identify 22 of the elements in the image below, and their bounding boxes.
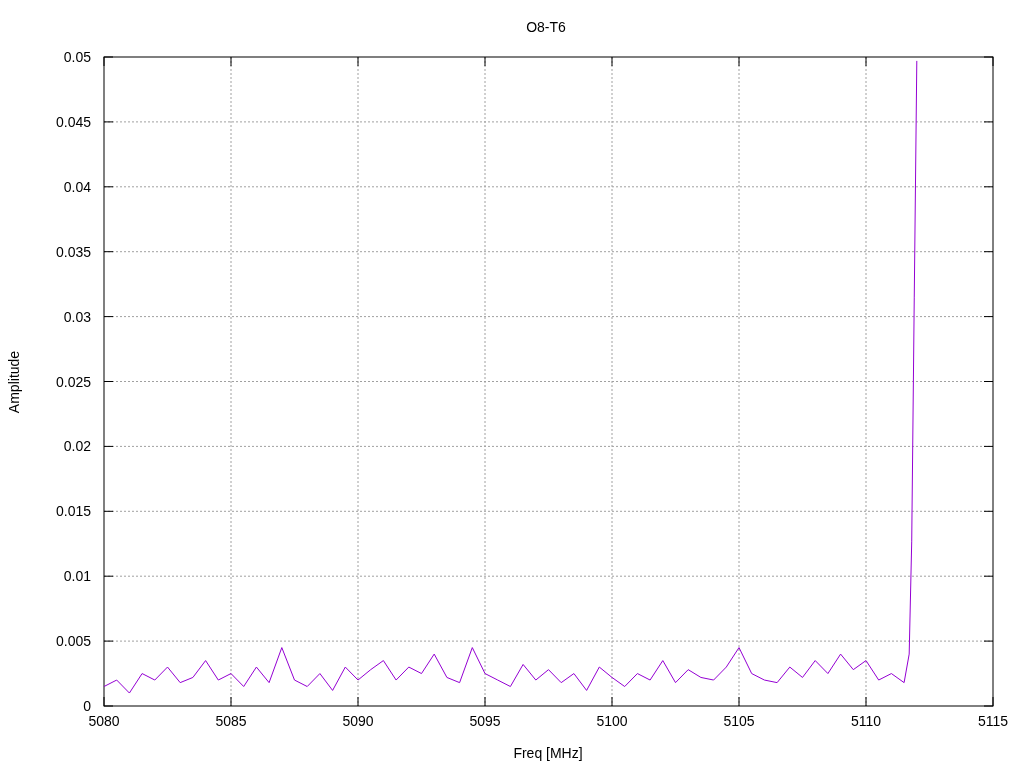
x-tick-label: 5105 <box>723 713 755 729</box>
y-tick-label: 0.02 <box>63 438 91 455</box>
x-tick-label: 5080 <box>88 713 120 729</box>
x-tick-label: 5090 <box>342 713 374 729</box>
y-tick-label: 0.045 <box>55 113 91 130</box>
x-tick-label: 5085 <box>215 713 247 729</box>
y-tick-label: 0.025 <box>55 373 91 390</box>
y-axis-label: Amplitude <box>6 350 22 414</box>
y-tick-label: 0.01 <box>63 568 91 585</box>
x-tick-label: 5095 <box>469 713 501 729</box>
chart-title: O8-T6 <box>526 19 566 35</box>
y-tick-label: 0.015 <box>55 503 91 520</box>
x-tick-label: 5110 <box>850 713 882 729</box>
y-tick-label: 0.04 <box>63 178 91 195</box>
y-tick-label: 0.035 <box>55 243 91 260</box>
x-tick-label: 5100 <box>596 713 628 729</box>
x-tick-label: 5115 <box>977 713 1009 729</box>
y-tick-label: 0.03 <box>63 308 91 325</box>
y-tick-label: 0 <box>83 698 91 714</box>
x-axis-label: Freq [MHz] <box>513 745 583 761</box>
y-tick-label: 0.05 <box>63 49 91 65</box>
y-tick-label: 0.005 <box>55 633 91 650</box>
